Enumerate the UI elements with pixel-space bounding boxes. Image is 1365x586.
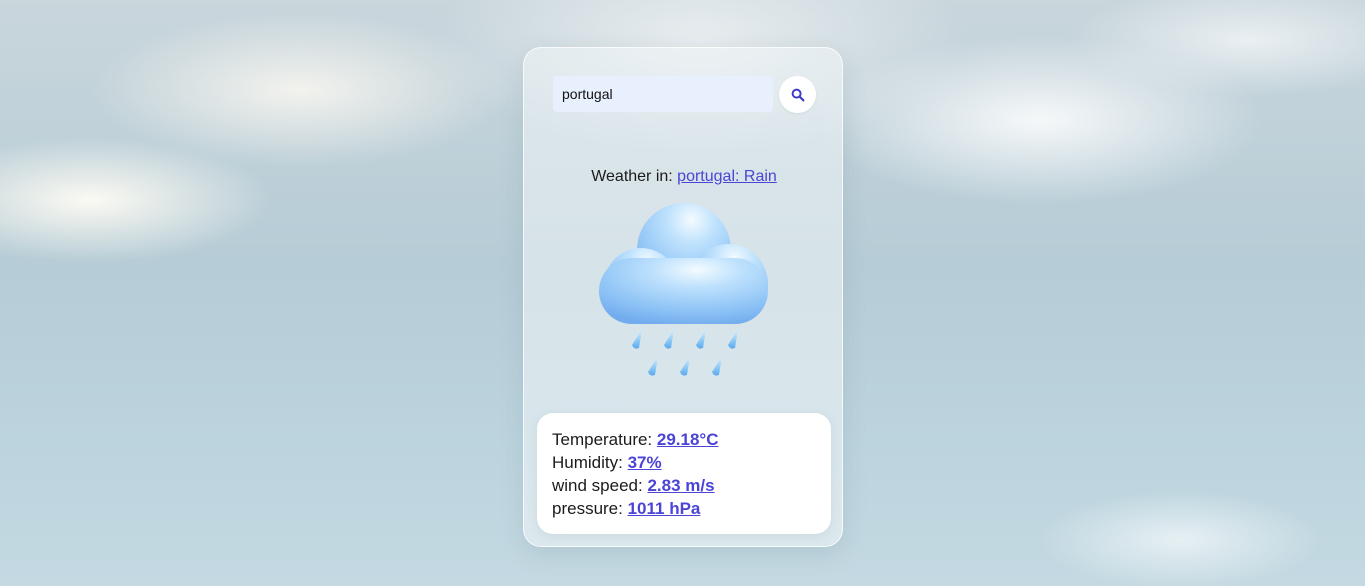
rain-cloud-icon (599, 203, 768, 376)
temperature-label: Temperature: (552, 430, 657, 449)
humidity-row: Humidity: 37% (552, 451, 816, 474)
headline-prefix: Weather in: (591, 168, 678, 185)
weather-details-panel: Temperature: 29.18°C Humidity: 37% wind … (537, 413, 831, 534)
pressure-label: pressure: (552, 499, 628, 518)
pressure-row: pressure: 1011 hPa (552, 497, 816, 520)
weather-headline: Weather in: portugal: Rain (524, 168, 844, 186)
search-icon (791, 88, 804, 101)
wind-speed-row: wind speed: 2.83 m/s (552, 474, 816, 497)
weather-card: Weather in: portugal: Rain (523, 47, 843, 547)
humidity-value: 37% (627, 453, 662, 472)
pressure-value: 1011 hPa (627, 499, 701, 518)
temperature-value: 29.18°C (656, 430, 719, 449)
weather-location-link[interactable]: portugal: Rain (677, 168, 777, 185)
wind-speed-value: 2.83 m/s (647, 476, 715, 495)
search-button[interactable] (779, 76, 816, 113)
humidity-label: Humidity: (552, 453, 628, 472)
search-input[interactable] (553, 76, 773, 112)
temperature-row: Temperature: 29.18°C (552, 428, 816, 451)
wind-speed-label: wind speed: (552, 476, 648, 495)
